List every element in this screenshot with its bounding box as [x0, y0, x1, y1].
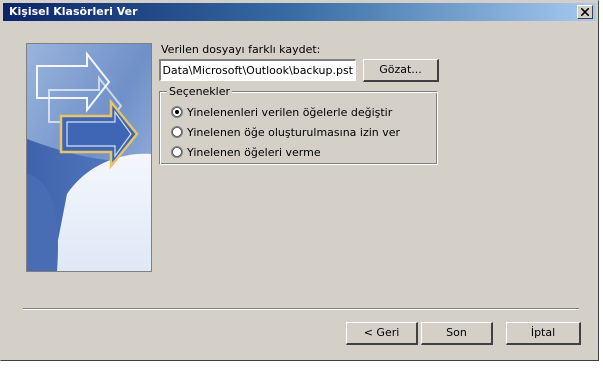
option-skip-duplicates[interactable]: Yinelenen öğeleri verme — [171, 145, 321, 159]
radio-icon[interactable] — [171, 106, 183, 118]
window-title: Kişisel Klasörleri Ver — [9, 5, 138, 18]
export-wizard-dialog: Kişisel Klasörleri Ver Verilen dosyayı f… — [0, 0, 599, 361]
close-button[interactable] — [577, 5, 593, 19]
option-label: Yinelenen öğeleri verme — [187, 145, 321, 159]
finish-button[interactable]: Son — [421, 322, 493, 345]
file-path-input[interactable] — [159, 59, 356, 81]
title-bar[interactable]: Kişisel Klasörleri Ver — [3, 3, 596, 21]
options-legend: Seçenekler — [167, 85, 233, 98]
wizard-arrows-icon — [26, 43, 152, 272]
option-label: Yinelenenleri verilen öğelerle değiştir — [187, 105, 393, 119]
option-allow-duplicates[interactable]: Yinelenen öğe oluşturulmasına izin ver — [171, 125, 400, 139]
save-as-label: Verilen dosyayı farklı kaydet: — [161, 43, 321, 56]
option-replace-duplicates[interactable]: Yinelenenleri verilen öğelerle değiştir — [171, 105, 392, 119]
radio-icon[interactable] — [171, 126, 183, 138]
browse-button[interactable]: Gözat... — [363, 59, 439, 82]
back-button[interactable]: < Geri — [346, 322, 418, 345]
cancel-button[interactable]: İptal — [506, 322, 581, 345]
option-label: Yinelenen öğe oluşturulmasına izin ver — [187, 125, 401, 139]
close-icon — [581, 8, 589, 16]
radio-icon[interactable] — [171, 146, 183, 158]
footer-separator — [23, 308, 579, 310]
